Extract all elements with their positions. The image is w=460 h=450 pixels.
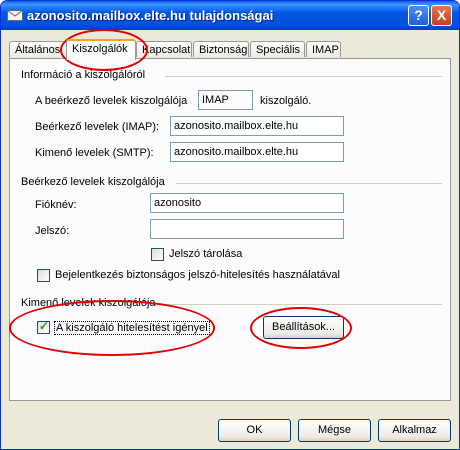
group-divider bbox=[162, 304, 442, 305]
group-divider bbox=[176, 183, 442, 184]
remember-password-label[interactable]: Jelszó tárolása bbox=[169, 248, 242, 260]
help-button[interactable]: ? bbox=[408, 5, 429, 26]
outgoing-server-label: Kimenő levelek (SMTP): bbox=[35, 147, 154, 159]
annotation-circle-auth bbox=[9, 300, 215, 356]
close-button[interactable]: X bbox=[431, 5, 452, 26]
tab-imap[interactable]: IMAP bbox=[306, 41, 341, 57]
incoming-server-type-suffix: kiszolgáló. bbox=[260, 95, 312, 107]
incoming-server-type-value: IMAP bbox=[198, 90, 253, 110]
tab-specialis[interactable]: Speciális bbox=[250, 41, 305, 57]
cancel-button[interactable]: Mégse bbox=[298, 419, 371, 442]
remember-password-checkbox[interactable] bbox=[151, 248, 164, 261]
tab-kiszolgalok[interactable]: Kiszolgálók bbox=[66, 39, 136, 60]
password-label: Jelszó: bbox=[35, 225, 70, 237]
title-bar[interactable]: azonosito.mailbox.elte.hu tulajdonságai … bbox=[1, 1, 459, 30]
properties-dialog: azonosito.mailbox.elte.hu tulajdonságai … bbox=[0, 0, 460, 450]
window-title: azonosito.mailbox.elte.hu tulajdonságai bbox=[27, 8, 274, 23]
spa-checkbox[interactable] bbox=[37, 269, 50, 282]
password-input[interactable] bbox=[150, 219, 344, 239]
account-name-label: Fióknév: bbox=[35, 199, 77, 211]
tab-biztonsag[interactable]: Biztonság bbox=[193, 41, 249, 57]
incoming-server-input[interactable]: azonosito.mailbox.elte.hu bbox=[170, 116, 344, 136]
annotation-circle-settings bbox=[250, 307, 352, 349]
incoming-server-label: Beérkező levelek (IMAP): bbox=[35, 121, 160, 133]
account-properties-icon bbox=[7, 10, 23, 21]
incoming-server-type-label: A beérkező levelek kiszolgálója bbox=[35, 95, 188, 107]
account-name-input[interactable]: azonosito bbox=[150, 193, 344, 213]
incoming-group-label: Beérkező levelek kiszolgálója bbox=[21, 176, 165, 188]
spa-label[interactable]: Bejelentkezés biztonságos jelszó-hiteles… bbox=[55, 269, 340, 281]
server-info-group-label: Információ a kiszolgálóról bbox=[21, 69, 146, 81]
ok-button[interactable]: OK bbox=[218, 419, 291, 442]
outgoing-server-input[interactable]: azonosito.mailbox.elte.hu bbox=[170, 142, 344, 162]
group-divider bbox=[165, 76, 442, 77]
apply-button[interactable]: Alkalmaz bbox=[378, 419, 451, 442]
tab-altalanos[interactable]: Általános bbox=[9, 41, 67, 57]
